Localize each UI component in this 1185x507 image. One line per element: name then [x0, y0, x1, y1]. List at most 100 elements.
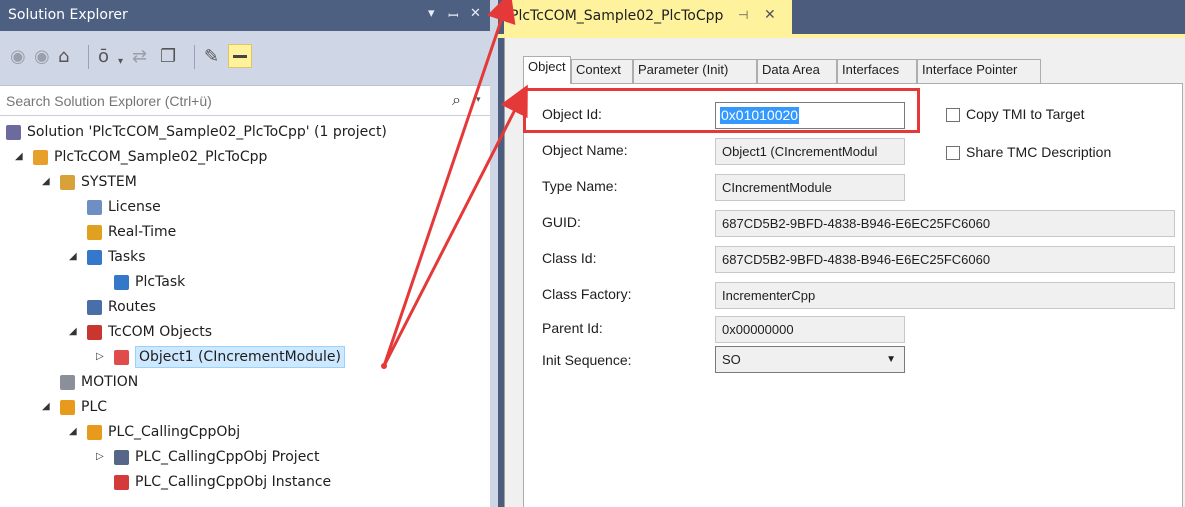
tree-item-label: Tasks	[108, 249, 146, 265]
tab-object[interactable]: Object	[523, 56, 571, 84]
solution-icon	[6, 125, 21, 140]
solution-explorer-panel: Solution Explorer ▾ ꟷ ✕ ◉ ◉ ⌂ ō ▾ ⇄ ❐ ✎ …	[0, 0, 490, 507]
plc-instance-icon	[114, 475, 129, 490]
chevron-down-icon[interactable]: ▾	[476, 94, 481, 105]
home-icon[interactable]: ⌂	[58, 46, 69, 68]
object-name-field[interactable]: Object1 (CIncrementModul	[715, 138, 905, 165]
plc-icon	[60, 400, 75, 415]
collapse-arrow-icon[interactable]: ◢	[15, 145, 27, 169]
motion-icon	[60, 375, 75, 390]
class-factory-field[interactable]: IncrementerCpp	[715, 282, 1175, 309]
tree-item[interactable]: MOTION	[0, 370, 490, 394]
tree-item[interactable]: ◢ Tasks	[0, 245, 490, 269]
tasks-icon	[87, 250, 102, 265]
highlight-box	[523, 88, 920, 133]
solution-explorer-toolbar: ◉ ◉ ⌂ ō ▾ ⇄ ❐ ✎	[0, 31, 490, 86]
guid-field[interactable]: 687CD5B2-9BFD-4838-B946-E6EC25FC6060	[715, 210, 1175, 237]
tree-item-label: PLC_CallingCppObj Instance	[135, 474, 332, 490]
document-tab[interactable]: PlcTcCOM_Sample02_PlcToCpp ⊣ ✕	[504, 0, 792, 34]
solution-explorer-title-bar: Solution Explorer ▾ ꟷ ✕	[0, 0, 490, 31]
init-sequence-select[interactable]: SO ▼	[715, 346, 905, 373]
parent-id-field[interactable]: 0x00000000	[715, 316, 905, 343]
close-icon[interactable]: ✕	[764, 7, 776, 23]
tree-item[interactable]: ▷ PLC_CallingCppObj Project	[0, 445, 490, 469]
class-id-field[interactable]: 687CD5B2-9BFD-4838-B946-E6EC25FC6060	[715, 246, 1175, 273]
project-icon	[33, 150, 48, 165]
tree-item-label: PLC_CallingCppObj	[108, 424, 241, 440]
chevron-down-icon[interactable]: ▾	[118, 51, 123, 73]
chevron-down-icon: ▼	[886, 354, 896, 365]
tree-item-label: PlcTcCOM_Sample02_PlcToCpp	[54, 149, 268, 165]
tree-item[interactable]: Routes	[0, 295, 490, 319]
tree-item[interactable]: ◢ TcCOM Objects	[0, 320, 490, 344]
license-icon	[87, 200, 102, 215]
collapse-arrow-icon[interactable]: ◢	[69, 245, 81, 269]
object-properties-panel: Object Id: 0x01010020 Object Name: Objec…	[523, 83, 1183, 507]
init-sequence-value: SO	[722, 352, 741, 367]
search-input[interactable]	[6, 91, 436, 111]
tree-item-label: SYSTEM	[81, 174, 137, 190]
document-area: PlcTcCOM_Sample02_PlcToCpp ⊣ ✕ Object Co…	[498, 0, 1185, 507]
collapse-arrow-icon[interactable]: ◢	[69, 420, 81, 444]
tab-interfaces[interactable]: Interfaces	[837, 59, 917, 83]
guid-label: GUID:	[542, 214, 581, 230]
tree-item[interactable]: ◢ PLC	[0, 395, 490, 419]
collapse-all-icon[interactable]: ❐	[160, 46, 176, 68]
copy-tmi-checkbox[interactable]	[946, 108, 960, 122]
tab-data-area[interactable]: Data Area	[757, 59, 837, 83]
tab-context[interactable]: Context	[571, 59, 633, 83]
solution-tree: Solution 'PlcTcCOM_Sample02_PlcToCpp' (1…	[0, 116, 490, 507]
tree-item-label: Solution 'PlcTcCOM_Sample02_PlcToCpp' (1…	[27, 124, 387, 140]
tab-interface-pointer[interactable]: Interface Pointer	[917, 59, 1041, 83]
search-icon[interactable]: ⌕	[452, 90, 461, 110]
tree-item[interactable]: License	[0, 195, 490, 219]
type-name-label: Type Name:	[542, 178, 618, 194]
tree-item-label: MOTION	[81, 374, 139, 390]
tree-item-label: Object1 (CIncrementModule)	[135, 346, 345, 368]
close-icon[interactable]: ✕	[470, 6, 481, 21]
system-icon	[60, 175, 75, 190]
object-name-label: Object Name:	[542, 142, 628, 158]
toolbar-separator	[194, 45, 195, 69]
copy-tmi-label: Copy TMI to Target	[966, 106, 1085, 122]
tree-item-label: PLC	[81, 399, 108, 415]
pin-icon[interactable]: ꟷ	[448, 6, 459, 24]
tree-item[interactable]: ◢ PlcTcCOM_Sample02_PlcToCpp	[0, 145, 490, 169]
tab-parameter-init[interactable]: Parameter (Init)	[633, 59, 757, 83]
plc-project-icon	[87, 425, 102, 440]
pin-icon[interactable]: ⊣	[738, 8, 748, 22]
window-menu-icon[interactable]: ▾	[428, 6, 435, 21]
plc-subproject-icon	[114, 450, 129, 465]
routes-icon	[87, 300, 102, 315]
collapse-arrow-icon[interactable]: ◢	[42, 170, 54, 194]
collapse-arrow-icon[interactable]: ◢	[69, 320, 81, 344]
tree-item[interactable]: ◢ PLC_CallingCppObj	[0, 420, 490, 444]
task-icon	[114, 275, 129, 290]
preview-selected-icon[interactable]	[228, 44, 252, 68]
tree-item[interactable]: PLC_CallingCppObj Instance	[0, 470, 490, 494]
type-name-field[interactable]: CIncrementModule	[715, 174, 905, 201]
panel-splitter[interactable]	[490, 0, 498, 507]
forward-icon[interactable]: ◉	[34, 46, 50, 68]
parent-id-label: Parent Id:	[542, 320, 603, 336]
tree-item-label: Routes	[108, 299, 156, 315]
pending-changes-icon[interactable]: ō	[98, 46, 109, 68]
tree-item[interactable]: Real-Time	[0, 220, 490, 244]
class-id-label: Class Id:	[542, 250, 597, 266]
share-tmc-checkbox[interactable]	[946, 146, 960, 160]
expand-arrow-icon[interactable]: ▷	[96, 345, 108, 369]
collapse-arrow-icon[interactable]: ◢	[42, 395, 54, 419]
solution-explorer-search: ⌕ ▾	[0, 86, 490, 116]
wrench-icon[interactable]: ✎	[204, 46, 219, 68]
sync-icon[interactable]: ⇄	[132, 46, 147, 68]
expand-arrow-icon[interactable]: ▷	[96, 445, 108, 469]
tree-item-label: License	[108, 199, 161, 215]
document-tab-title: PlcTcCOM_Sample02_PlcToCpp	[510, 8, 724, 24]
init-sequence-label: Init Sequence:	[542, 352, 632, 368]
tccom-icon	[87, 325, 102, 340]
tree-item[interactable]: PlcTask	[0, 270, 490, 294]
tree-item[interactable]: ▷ Object1 (CIncrementModule)	[0, 345, 490, 369]
tree-item[interactable]: Solution 'PlcTcCOM_Sample02_PlcToCpp' (1…	[0, 120, 490, 144]
tree-item[interactable]: ◢ SYSTEM	[0, 170, 490, 194]
back-icon[interactable]: ◉	[10, 46, 26, 68]
